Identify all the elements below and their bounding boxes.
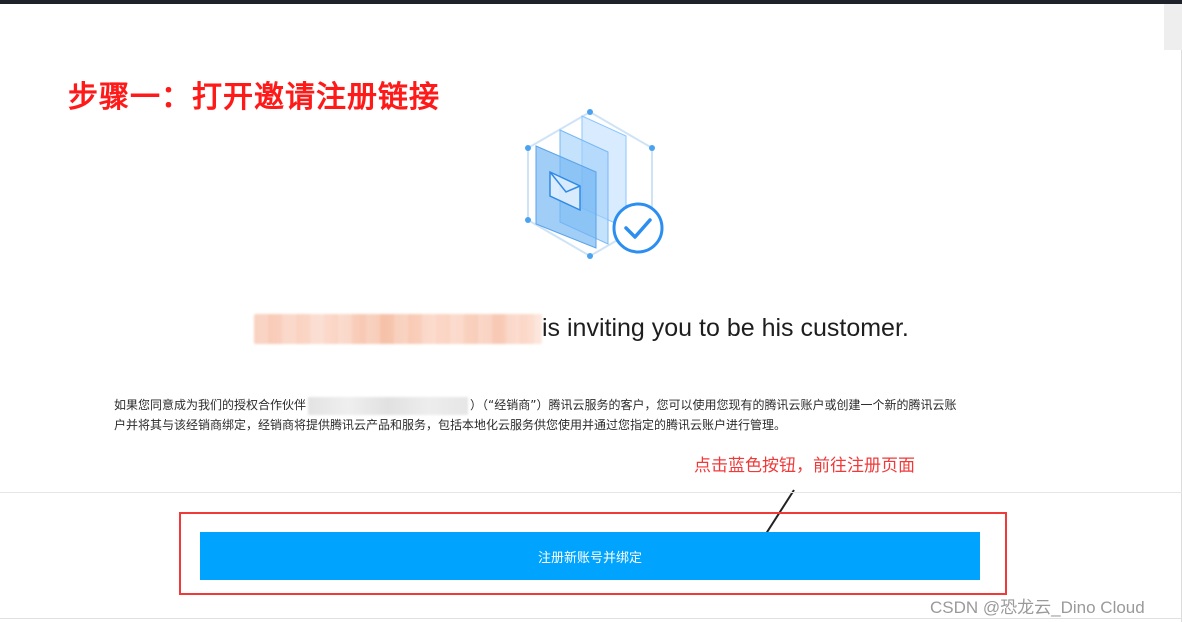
top-dark-bar: [0, 0, 1182, 4]
bottom-divider: [0, 618, 1182, 619]
description-line-2: 户并将其与该经销商绑定，经销商将提供腾讯云产品和服务，包括本地化云服务供您使用并…: [114, 418, 787, 432]
scrollbar[interactable]: [1164, 4, 1182, 50]
step-title: 步骤一：打开邀请注册链接: [68, 80, 440, 115]
description-line-1: 如果您同意成为我们的授权合作伙伴 ）（“经销商”）腾讯云服务的客户，您可以使用您现…: [114, 395, 1074, 415]
redacted-inviter-name: [254, 314, 542, 344]
description-part-2: ）（“经销商”）腾讯云服务的客户，您可以使用您现有的腾讯云账户或创建一个新的腾讯…: [470, 398, 957, 412]
description-part-1: 如果您同意成为我们的授权合作伙伴: [114, 398, 307, 412]
register-and-bind-button[interactable]: 注册新账号并绑定: [200, 532, 980, 580]
annotation-text: 点击蓝色按钮，前往注册页面: [694, 456, 915, 476]
invite-message: is inviting you to be his customer.: [542, 314, 909, 342]
watermark: CSDN @恐龙云_Dino Cloud: [930, 598, 1145, 617]
divider: [0, 492, 1182, 493]
envelope-check-icon: [516, 106, 672, 262]
redacted-partner-name: [308, 396, 469, 415]
description: 如果您同意成为我们的授权合作伙伴 ）（“经销商”）腾讯云服务的客户，您可以使用您现…: [114, 395, 1074, 435]
